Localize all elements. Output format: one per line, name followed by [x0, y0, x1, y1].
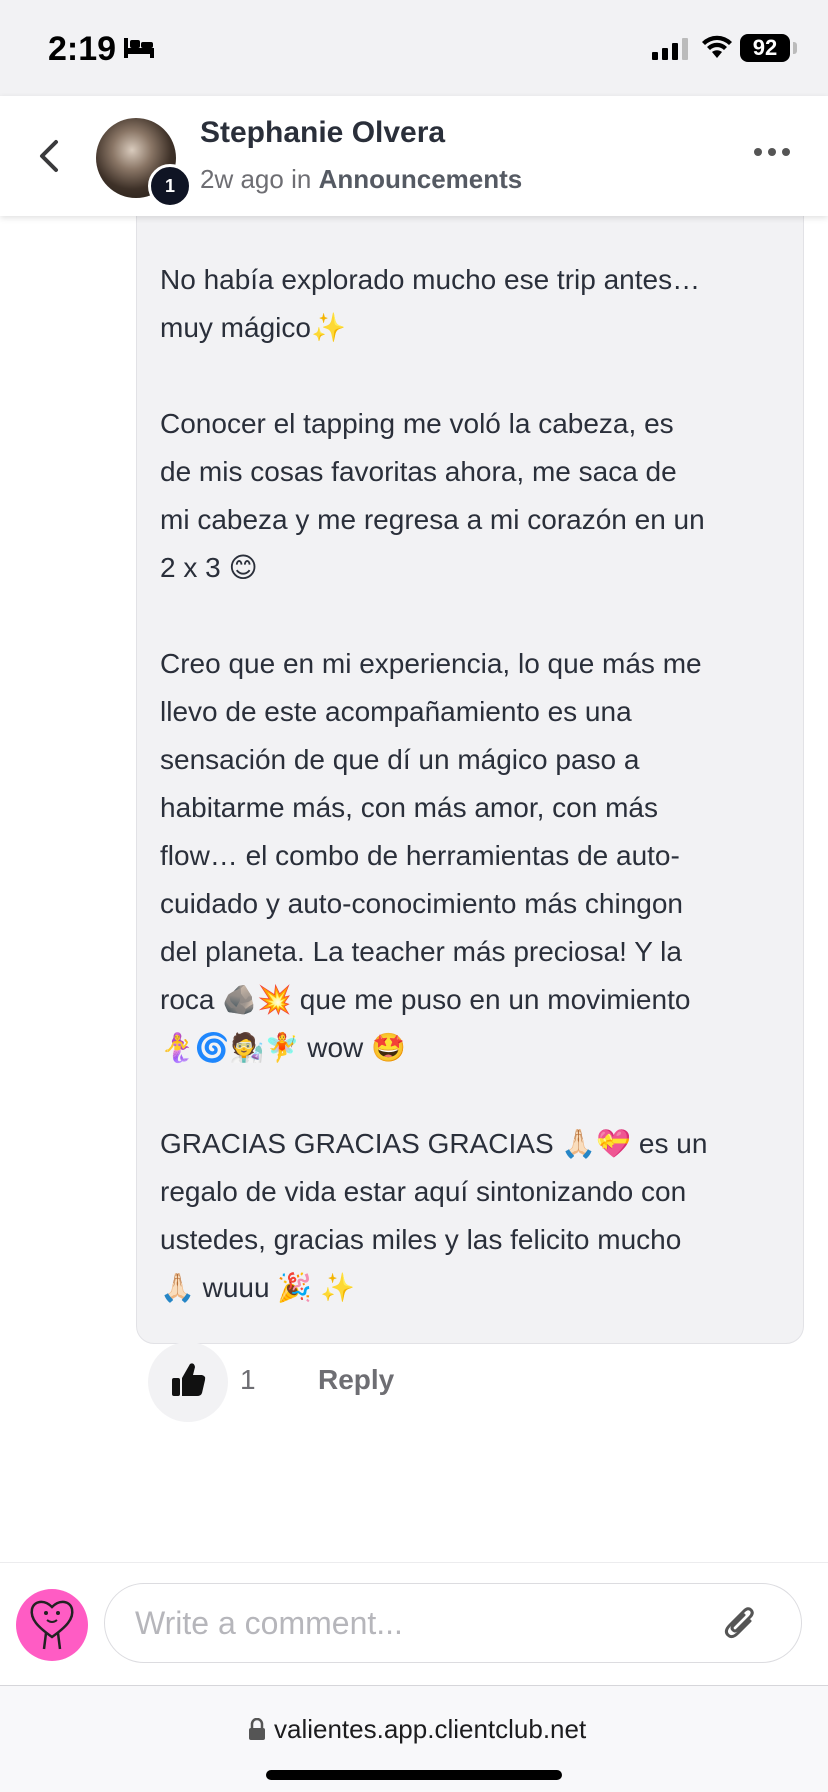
heart-character-icon — [30, 1600, 74, 1650]
post-time: 2w ago — [200, 164, 284, 194]
paperclip-icon[interactable] — [720, 1603, 760, 1643]
battery-tip — [793, 42, 797, 54]
back-button[interactable] — [30, 134, 70, 178]
category-link[interactable]: Announcements — [319, 164, 523, 194]
browser-url-bar[interactable]: valientes.app.clientclub.net — [0, 1686, 828, 1792]
comment-composer — [0, 1562, 828, 1686]
current-user-avatar[interactable] — [16, 1589, 88, 1661]
status-bar: 2:19 92 — [0, 0, 828, 96]
in-word: in — [291, 164, 312, 194]
more-options-icon[interactable] — [752, 140, 792, 164]
like-button[interactable] — [148, 1342, 228, 1422]
cellular-signal-icon — [652, 38, 688, 60]
home-indicator — [266, 1770, 562, 1780]
lock-icon — [249, 1718, 265, 1740]
reply-button[interactable]: Reply — [318, 1364, 394, 1396]
url-text[interactable]: valientes.app.clientclub.net — [274, 1714, 586, 1745]
status-time: 2:19 — [48, 30, 117, 68]
author-name[interactable]: Stephanie Olvera — [200, 116, 445, 150]
level-badge: 1 — [148, 164, 192, 208]
post-meta: 2w ago in Announcements — [200, 164, 522, 195]
post-header: 1 Stephanie Olvera 2w ago in Announcemen… — [0, 96, 828, 216]
wifi-icon — [702, 35, 732, 58]
like-count: 1 — [240, 1364, 256, 1395]
comment-paragraph: GRACIAS GRACIAS GRACIAS 🙏🏻💝 es un regalo… — [160, 1128, 708, 1303]
battery-level: 92 — [740, 34, 790, 62]
comment-input[interactable] — [104, 1583, 802, 1663]
thumbs-up-icon — [172, 1363, 206, 1396]
comment-paragraph: No había explorado mucho ese trip antes…… — [160, 264, 701, 343]
comment-paragraph: Creo que en mi experiencia, lo que más m… — [160, 648, 702, 1063]
bed-icon — [124, 38, 154, 58]
comment-paragraph: Conocer el tapping me voló la cabeza, es… — [160, 408, 705, 583]
comment-body: No había explorado mucho ese trip antes…… — [160, 256, 790, 1312]
